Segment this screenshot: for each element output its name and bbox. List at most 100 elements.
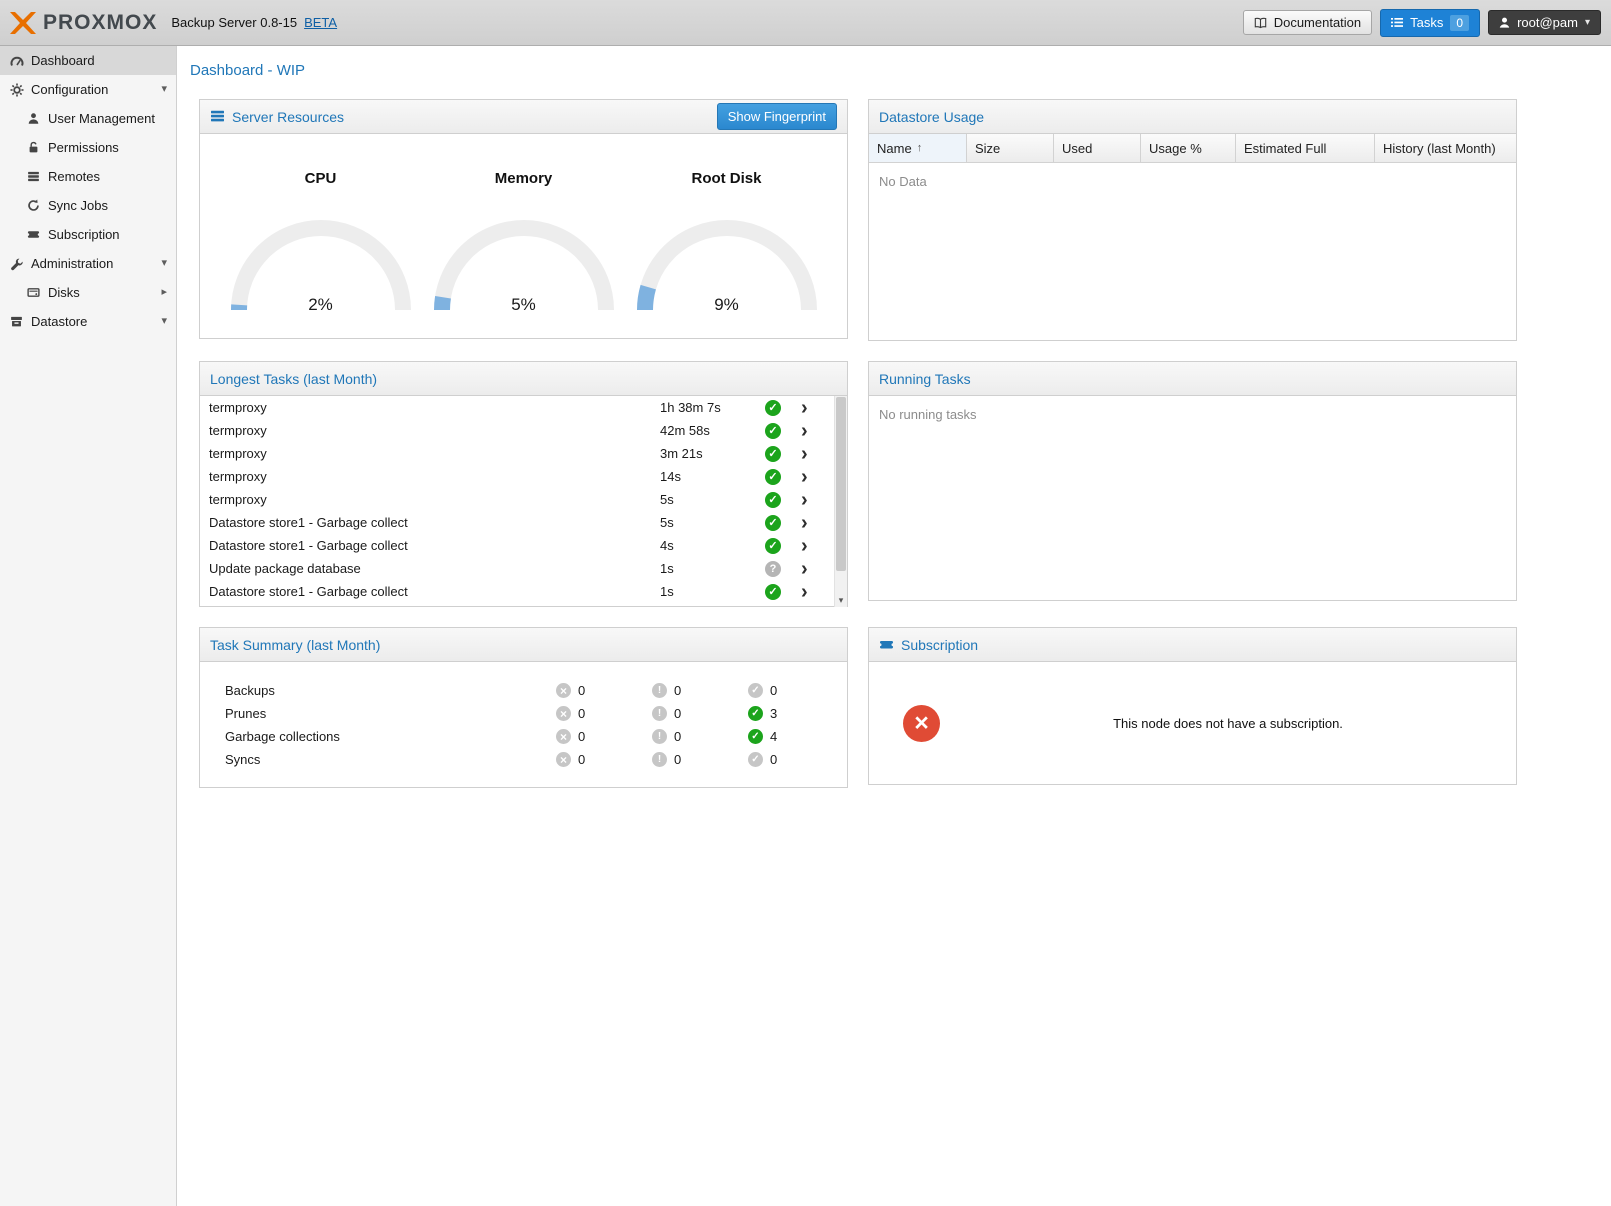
panel-title: Subscription <box>901 637 978 653</box>
beta-link[interactable]: BETA <box>304 15 337 30</box>
no-running-tasks-text: No running tasks <box>869 396 1516 433</box>
task-row[interactable]: termproxy 3m 21s › <box>200 442 847 465</box>
datastore-usage-header: Datastore Usage <box>869 100 1516 134</box>
panel-title: Server Resources <box>232 109 344 125</box>
column-header-usage-pct[interactable]: Usage % <box>1141 134 1236 162</box>
ok-count-icon <box>748 683 763 698</box>
expand-arrow-icon[interactable]: ▸ <box>161 287 167 298</box>
panel-title: Running Tasks <box>879 371 971 387</box>
running-tasks-panel: Running Tasks No running tasks <box>868 361 1517 601</box>
summary-row-backups: Backups 0 0 0 <box>200 679 847 702</box>
sidebar-item-label: Permissions <box>48 140 119 155</box>
scrollbar-thumb[interactable] <box>836 397 846 571</box>
task-row[interactable]: Datastore store1 - Garbage collect 5s › <box>200 511 847 534</box>
table-header-row: Name ↑ Size Used Usage % Estimated Full <box>869 134 1516 163</box>
sidebar-item-sync-jobs[interactable]: Sync Jobs <box>0 191 176 220</box>
page-title: Dashboard - WIP <box>177 46 1611 99</box>
task-summary-body: Backups 0 0 0 Prunes 0 0 3 Garbage colle… <box>200 662 847 771</box>
task-status-icon <box>765 561 781 577</box>
summary-row-syncs: Syncs 0 0 0 <box>200 748 847 771</box>
collapse-arrow-icon[interactable]: ▾ <box>161 258 167 269</box>
sidebar-item-datastore[interactable]: Datastore ▾ <box>0 307 176 336</box>
task-status-icon <box>765 400 781 416</box>
user-menu-button[interactable]: root@pam ▾ <box>1488 10 1601 35</box>
task-row[interactable]: termproxy 42m 58s › <box>200 419 847 442</box>
sort-asc-icon: ↑ <box>917 142 923 154</box>
ok-count-icon <box>748 706 763 721</box>
task-status-icon <box>765 584 781 600</box>
sidebar-item-label: Administration <box>31 256 113 271</box>
task-row[interactable]: Datastore store1 - Garbage collect 4s › <box>200 534 847 557</box>
dashboard-icon <box>10 54 31 68</box>
gauges: CPU 2% Memory <box>200 134 847 315</box>
memory-gauge: Memory 5% <box>422 170 625 315</box>
ok-count-icon <box>748 752 763 767</box>
subscription-header: Subscription <box>869 628 1516 662</box>
user-label: root@pam <box>1517 16 1578 29</box>
times-circle-icon: × <box>903 705 940 742</box>
show-fingerprint-button[interactable]: Show Fingerprint <box>717 103 837 130</box>
panel-title: Longest Tasks (last Month) <box>210 371 377 387</box>
collapse-arrow-icon[interactable]: ▾ <box>161 316 167 327</box>
error-count-icon <box>556 729 571 744</box>
server-resources-header: Server Resources Show Fingerprint <box>200 100 847 134</box>
sidebar-item-configuration[interactable]: Configuration ▾ <box>0 75 176 104</box>
warning-count-icon <box>652 752 667 767</box>
documentation-label: Documentation <box>1274 16 1361 29</box>
sidebar-item-subscription[interactable]: Subscription <box>0 220 176 249</box>
tasks-count-badge: 0 <box>1450 15 1469 31</box>
task-summary-header: Task Summary (last Month) <box>200 628 847 662</box>
summary-row-garbage-collections: Garbage collections 0 0 4 <box>200 725 847 748</box>
column-header-estimated-full[interactable]: Estimated Full <box>1236 134 1375 162</box>
sidebar-item-permissions[interactable]: Permissions <box>0 133 176 162</box>
warning-count-icon <box>652 706 667 721</box>
task-row[interactable]: termproxy 14s › <box>200 465 847 488</box>
chevron-down-icon: ▾ <box>1585 18 1590 28</box>
user-icon <box>1499 17 1510 28</box>
task-status-icon <box>765 515 781 531</box>
no-data-text: No Data <box>869 163 1516 200</box>
sidebar-item-user-management[interactable]: User Management <box>0 104 176 133</box>
longest-tasks-header: Longest Tasks (last Month) <box>200 362 847 396</box>
panel-title: Datastore Usage <box>879 109 984 125</box>
refresh-icon <box>27 199 48 212</box>
root-disk-gauge: Root Disk 9% <box>625 170 828 315</box>
task-row[interactable]: termproxy 5s › <box>200 488 847 511</box>
proxmox-x-icon <box>10 12 36 34</box>
task-row[interactable]: termproxy 1h 38m 7s › <box>200 396 847 419</box>
column-header-name[interactable]: Name ↑ <box>869 134 967 162</box>
task-row[interactable]: Datastore store1 - Garbage collect 1s › <box>200 580 847 603</box>
sidebar-item-label: User Management <box>48 111 155 126</box>
scrollbar[interactable]: ▾ <box>834 396 847 607</box>
sidebar-item-label: Disks <box>48 285 80 300</box>
book-icon <box>1254 17 1267 29</box>
error-count-icon <box>556 683 571 698</box>
sidebar-item-dashboard[interactable]: Dashboard <box>0 46 176 75</box>
error-count-icon <box>556 706 571 721</box>
task-list-icon <box>1391 17 1403 28</box>
scroll-down-icon[interactable]: ▾ <box>835 595 847 606</box>
column-header-used[interactable]: Used <box>1054 134 1141 162</box>
sidebar-item-administration[interactable]: Administration ▾ <box>0 249 176 278</box>
documentation-button[interactable]: Documentation <box>1243 10 1372 35</box>
subscription-panel: Subscription × This node does not have a… <box>868 627 1517 785</box>
cpu-gauge: CPU 2% <box>219 170 422 315</box>
warning-count-icon <box>652 683 667 698</box>
sidebar-item-label: Subscription <box>48 227 120 242</box>
user-icon <box>27 112 48 125</box>
collapse-arrow-icon[interactable]: ▾ <box>161 84 167 95</box>
column-header-history[interactable]: History (last Month) <box>1375 134 1516 162</box>
server-resources-panel: Server Resources Show Fingerprint CPU 2% <box>199 99 848 339</box>
tasks-label: Tasks <box>1410 16 1443 29</box>
sidebar-item-disks[interactable]: Disks ▸ <box>0 278 176 307</box>
subscription-body: × This node does not have a subscription… <box>869 662 1516 785</box>
resource-bars-icon <box>210 110 225 123</box>
longest-tasks-panel: Longest Tasks (last Month) termproxy 1h … <box>199 361 848 607</box>
task-row[interactable]: Update package database 1s › <box>200 557 847 580</box>
sidebar-item-remotes[interactable]: Remotes <box>0 162 176 191</box>
column-header-size[interactable]: Size <box>967 134 1054 162</box>
ticket-icon <box>879 638 894 651</box>
server-icon <box>27 170 48 183</box>
task-status-icon <box>765 469 781 485</box>
tasks-button[interactable]: Tasks 0 <box>1380 9 1480 37</box>
